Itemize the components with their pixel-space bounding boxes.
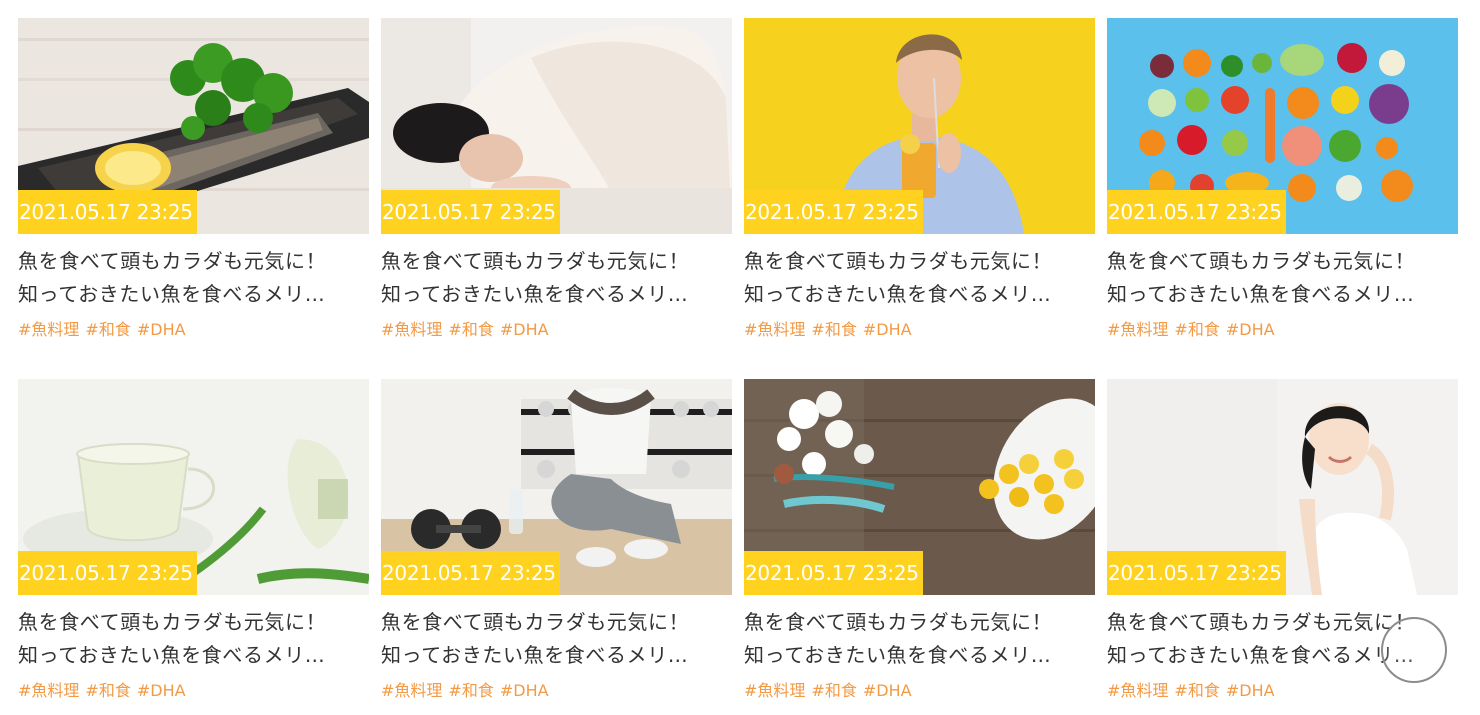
tag-link[interactable]: #和食 (85, 681, 130, 700)
article-title-line: 知っておきたい魚を食べるメリ… (381, 643, 689, 667)
article-title-line: 魚を食べて頭もカラダも元気に！ (381, 610, 690, 634)
tag-list: #魚料理 #和食 #DHA (744, 677, 1095, 701)
tag-link[interactable]: #DHA (863, 320, 912, 339)
article-title[interactable]: 魚を食べて頭もカラダも元気に！ 知っておきたい魚を食べるメリ… (744, 245, 1095, 311)
tag-link[interactable]: #DHA (1226, 320, 1275, 339)
tag-link[interactable]: #和食 (1174, 681, 1219, 700)
tag-link[interactable]: #DHA (1226, 681, 1275, 700)
article-thumbnail[interactable]: 2021.05.17 23:25 (381, 379, 732, 595)
article-thumbnail[interactable]: 2021.05.17 23:25 (744, 18, 1095, 234)
tag-link[interactable]: #和食 (811, 320, 856, 339)
article-title[interactable]: 魚を食べて頭もカラダも元気に！ 知っておきたい魚を食べるメリ… (744, 606, 1095, 672)
tag-list: #魚料理 #和食 #DHA (381, 316, 732, 340)
post-date-badge: 2021.05.17 23:25 (744, 551, 923, 595)
article-title-line: 魚を食べて頭もカラダも元気に！ (18, 249, 327, 273)
post-date-badge: 2021.05.17 23:25 (1107, 190, 1286, 234)
article-title-line: 魚を食べて頭もカラダも元気に！ (18, 610, 327, 634)
article-title-line: 知っておきたい魚を食べるメリ… (381, 282, 689, 306)
scroll-to-top-icon[interactable] (1381, 617, 1447, 683)
article-title-line: 知っておきたい魚を食べるメリ… (18, 643, 326, 667)
tag-link[interactable]: #魚料理 (744, 320, 805, 339)
article-title[interactable]: 魚を食べて頭もカラダも元気に！ 知っておきたい魚を食べるメリ… (1107, 245, 1458, 311)
post-date-badge: 2021.05.17 23:25 (744, 190, 923, 234)
article-card[interactable]: 2021.05.17 23:25 魚を食べて頭もカラダも元気に！ 知っておきたい… (381, 18, 732, 354)
article-thumbnail[interactable]: 2021.05.17 23:25 (18, 18, 369, 234)
article-title[interactable]: 魚を食べて頭もカラダも元気に！ 知っておきたい魚を食べるメリ… (381, 606, 732, 672)
tag-link[interactable]: #和食 (811, 681, 856, 700)
article-thumbnail[interactable]: 2021.05.17 23:25 (18, 379, 369, 595)
article-thumbnail[interactable]: 2021.05.17 23:25 (744, 379, 1095, 595)
article-grid: 2021.05.17 23:25 魚を食べて頭もカラダも元気に！ 知っておきたい… (18, 18, 1458, 715)
tag-link[interactable]: #魚料理 (18, 320, 79, 339)
article-card[interactable]: 2021.05.17 23:25 魚を食べて頭もカラダも元気に！ 知っておきたい… (744, 379, 1095, 715)
tag-list: #魚料理 #和食 #DHA (18, 677, 369, 701)
article-title-line: 知っておきたい魚を食べるメリ… (1107, 282, 1415, 306)
article-title-line: 魚を食べて頭もカラダも元気に！ (1107, 249, 1416, 273)
article-card[interactable]: 2021.05.17 23:25 魚を食べて頭もカラダも元気に！ 知っておきたい… (381, 379, 732, 715)
article-thumbnail[interactable]: 2021.05.17 23:25 (1107, 379, 1458, 595)
tag-link[interactable]: #和食 (448, 320, 493, 339)
tag-list: #魚料理 #和食 #DHA (18, 316, 369, 340)
post-date-badge: 2021.05.17 23:25 (381, 551, 560, 595)
post-date-badge: 2021.05.17 23:25 (381, 190, 560, 234)
tag-link[interactable]: #魚料理 (1107, 681, 1168, 700)
tag-link[interactable]: #和食 (1174, 320, 1219, 339)
article-card[interactable]: 2021.05.17 23:25 魚を食べて頭もカラダも元気に！ 知っておきたい… (744, 18, 1095, 354)
article-title[interactable]: 魚を食べて頭もカラダも元気に！ 知っておきたい魚を食べるメリ… (18, 606, 369, 672)
article-title-line: 知っておきたい魚を食べるメリ… (744, 643, 1052, 667)
article-title-line: 知っておきたい魚を食べるメリ… (744, 282, 1052, 306)
tag-link[interactable]: #魚料理 (18, 681, 79, 700)
post-date-badge: 2021.05.17 23:25 (18, 190, 197, 234)
tag-link[interactable]: #DHA (137, 320, 186, 339)
post-date-badge: 2021.05.17 23:25 (1107, 551, 1286, 595)
tag-link[interactable]: #魚料理 (381, 320, 442, 339)
tag-link[interactable]: #魚料理 (744, 681, 805, 700)
post-date-badge: 2021.05.17 23:25 (18, 551, 197, 595)
tag-link[interactable]: #DHA (863, 681, 912, 700)
tag-link[interactable]: #DHA (137, 681, 186, 700)
article-title-line: 魚を食べて頭もカラダも元気に！ (381, 249, 690, 273)
article-title-line: 魚を食べて頭もカラダも元気に！ (744, 610, 1053, 634)
tag-list: #魚料理 #和食 #DHA (744, 316, 1095, 340)
tag-link[interactable]: #魚料理 (1107, 320, 1168, 339)
tag-link[interactable]: #魚料理 (381, 681, 442, 700)
tag-list: #魚料理 #和食 #DHA (381, 677, 732, 701)
article-title-line: 知っておきたい魚を食べるメリ… (18, 282, 326, 306)
tag-list: #魚料理 #和食 #DHA (1107, 316, 1458, 340)
article-card[interactable]: 2021.05.17 23:25 魚を食べて頭もカラダも元気に！ 知っておきたい… (1107, 18, 1458, 354)
tag-link[interactable]: #DHA (500, 681, 549, 700)
article-card[interactable]: 2021.05.17 23:25 魚を食べて頭もカラダも元気に！ 知っておきたい… (18, 379, 369, 715)
article-thumbnail[interactable]: 2021.05.17 23:25 (1107, 18, 1458, 234)
article-title-line: 魚を食べて頭もカラダも元気に！ (744, 249, 1053, 273)
tag-link[interactable]: #和食 (85, 320, 130, 339)
article-title[interactable]: 魚を食べて頭もカラダも元気に！ 知っておきたい魚を食べるメリ… (18, 245, 369, 311)
article-title[interactable]: 魚を食べて頭もカラダも元気に！ 知っておきたい魚を食べるメリ… (381, 245, 732, 311)
article-thumbnail[interactable]: 2021.05.17 23:25 (381, 18, 732, 234)
article-card[interactable]: 2021.05.17 23:25 魚を食べて頭もカラダも元気に！ 知っておきたい… (18, 18, 369, 354)
tag-link[interactable]: #DHA (500, 320, 549, 339)
tag-link[interactable]: #和食 (448, 681, 493, 700)
